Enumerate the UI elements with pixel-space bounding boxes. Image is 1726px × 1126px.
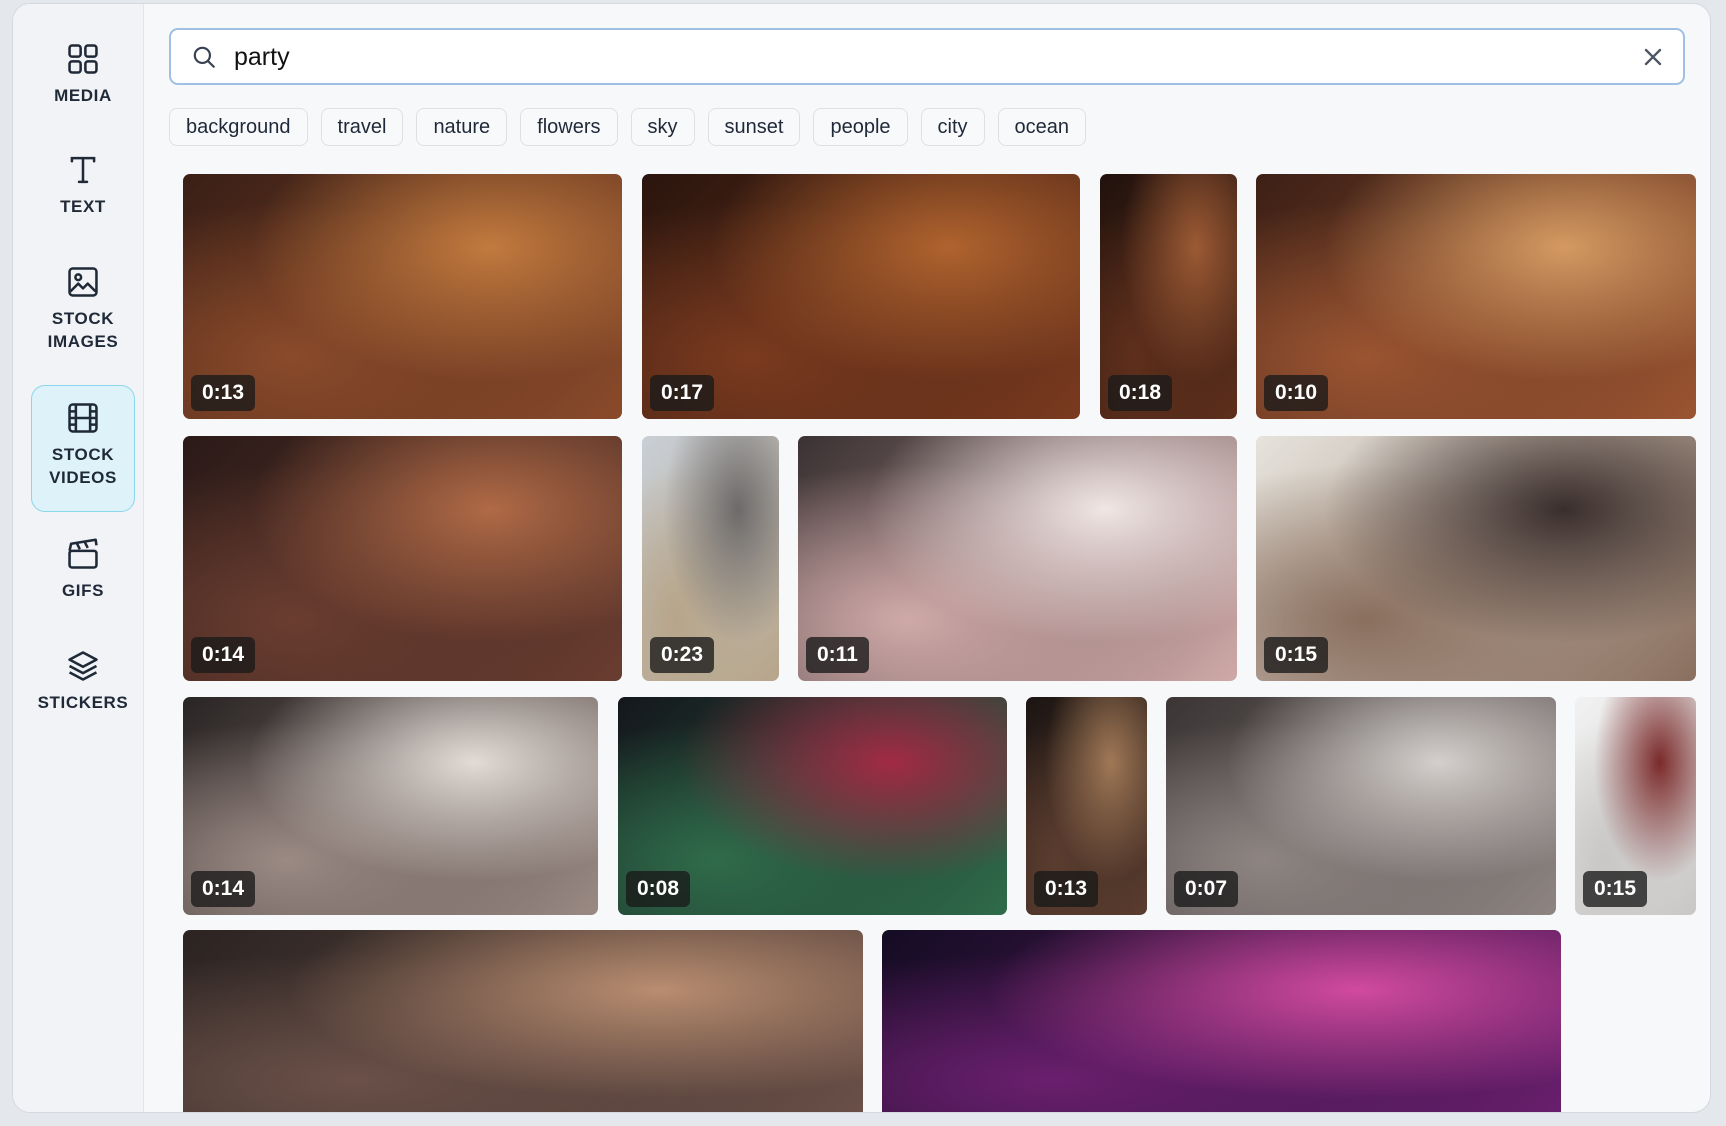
duration-badge: 0:15 bbox=[1583, 871, 1648, 907]
layers-icon bbox=[68, 651, 98, 681]
video-thumbnail[interactable]: 0:14 bbox=[183, 697, 598, 915]
video-thumbnail[interactable]: 0:17 bbox=[642, 174, 1080, 419]
video-thumbnail[interactable]: 0:08 bbox=[618, 697, 1007, 915]
film-icon bbox=[68, 403, 98, 433]
tag-chip[interactable]: travel bbox=[320, 108, 404, 146]
sidebar-item-media[interactable]: MEDIA bbox=[31, 40, 135, 118]
tag-chip[interactable]: flowers bbox=[520, 108, 618, 146]
duration-badge: 0:13 bbox=[191, 375, 256, 411]
main-panel: background travel nature flowers sky sun… bbox=[144, 4, 1710, 1112]
sidebar-item-label: STOCK VIDEOS bbox=[49, 445, 117, 487]
text-icon bbox=[70, 156, 96, 184]
video-thumbnail[interactable]: 0:15 bbox=[1575, 697, 1696, 915]
sidebar-item-label: MEDIA bbox=[54, 86, 112, 105]
close-icon[interactable] bbox=[1639, 43, 1667, 71]
video-thumbnail[interactable]: 0:07 bbox=[1166, 697, 1556, 915]
sidebar-item-label: STOCK IMAGES bbox=[47, 309, 119, 351]
duration-badge: 0:23 bbox=[650, 637, 715, 673]
app-window: MEDIA TEXT STOCK IMAGES STOCK VIDEOS GIF… bbox=[12, 3, 1711, 1113]
sidebar-item-stickers[interactable]: STICKERS bbox=[31, 647, 135, 725]
sidebar-item-stock-videos[interactable]: STOCK VIDEOS bbox=[31, 385, 135, 512]
tag-chip[interactable]: sky bbox=[630, 108, 695, 146]
duration-badge: 0:15 bbox=[1264, 637, 1329, 673]
video-thumbnail[interactable]: 0:14 bbox=[183, 436, 622, 681]
sidebar-item-label: STICKERS bbox=[37, 693, 129, 712]
video-thumbnail[interactable]: 0:10 bbox=[1256, 174, 1696, 419]
tag-chip[interactable]: background bbox=[169, 108, 308, 146]
tag-chip[interactable]: city bbox=[920, 108, 985, 146]
image-icon bbox=[68, 267, 98, 297]
video-thumbnail[interactable]: 0:15 bbox=[1256, 436, 1696, 681]
sidebar-item-stock-images[interactable]: STOCK IMAGES bbox=[31, 263, 135, 363]
duration-badge: 0:17 bbox=[650, 375, 715, 411]
video-thumbnail[interactable] bbox=[882, 930, 1561, 1112]
sidebar-item-label: GIFS bbox=[61, 581, 105, 600]
suggested-tags: background travel nature flowers sky sun… bbox=[169, 108, 1087, 146]
sidebar-item-label: TEXT bbox=[60, 197, 106, 216]
duration-badge: 0:13 bbox=[1034, 871, 1099, 907]
duration-badge: 0:10 bbox=[1264, 375, 1329, 411]
search-input[interactable] bbox=[234, 38, 1534, 76]
duration-badge: 0:11 bbox=[806, 637, 869, 673]
tag-chip[interactable]: people bbox=[813, 108, 908, 146]
search-bar bbox=[169, 28, 1685, 85]
tag-chip[interactable]: nature bbox=[416, 108, 508, 146]
duration-badge: 0:08 bbox=[626, 871, 691, 907]
search-icon bbox=[193, 46, 215, 68]
tag-chip[interactable]: ocean bbox=[997, 108, 1087, 146]
video-thumbnail[interactable] bbox=[183, 930, 863, 1112]
video-thumbnail[interactable]: 0:23 bbox=[642, 436, 779, 681]
video-thumbnail[interactable]: 0:11 bbox=[798, 436, 1237, 681]
duration-badge: 0:14 bbox=[191, 637, 256, 673]
tag-chip[interactable]: sunset bbox=[707, 108, 801, 146]
sidebar-item-gifs[interactable]: GIFS bbox=[31, 535, 135, 613]
video-thumbnail[interactable]: 0:13 bbox=[183, 174, 622, 419]
video-thumbnail[interactable]: 0:18 bbox=[1100, 174, 1237, 419]
sidebar-item-text[interactable]: TEXT bbox=[31, 151, 135, 229]
clapperboard-icon bbox=[68, 538, 98, 569]
duration-badge: 0:14 bbox=[191, 871, 256, 907]
duration-badge: 0:18 bbox=[1108, 375, 1173, 411]
duration-badge: 0:07 bbox=[1174, 871, 1239, 907]
grid-icon bbox=[68, 44, 98, 74]
video-thumbnail[interactable]: 0:13 bbox=[1026, 697, 1147, 915]
sidebar: MEDIA TEXT STOCK IMAGES STOCK VIDEOS GIF… bbox=[13, 4, 144, 1112]
